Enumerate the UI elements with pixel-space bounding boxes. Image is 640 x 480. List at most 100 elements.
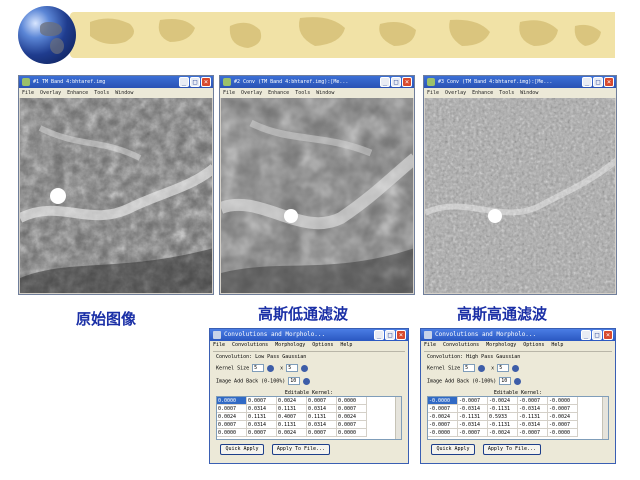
spinner-icon[interactable]	[514, 377, 522, 385]
kernel-cell[interactable]: 0.0024	[277, 429, 307, 437]
kernel-cell[interactable]: -0.0000	[548, 429, 578, 437]
menu-file[interactable]: File	[424, 341, 436, 350]
menu-file[interactable]: File	[213, 341, 225, 350]
kernel-cell[interactable]: 0.0007	[307, 397, 337, 405]
kernel-size-input[interactable]: 5	[252, 364, 265, 372]
menu-window[interactable]: Window	[520, 88, 538, 98]
add-back-input[interactable]: 10	[499, 377, 512, 385]
kernel-cell[interactable]: -0.0007	[428, 405, 458, 413]
kernel-size-input-2[interactable]: 5	[286, 364, 299, 372]
kernel-cell[interactable]: -0.0314	[518, 405, 548, 413]
satellite-image-original[interactable]	[20, 98, 212, 293]
kernel-cell[interactable]: 0.0000	[337, 429, 367, 437]
kernel-cell[interactable]: -0.0007	[458, 397, 488, 405]
kernel-cell[interactable]: 0.1131	[277, 405, 307, 413]
kernel-cell[interactable]: -0.0024	[488, 397, 518, 405]
spinner-icon[interactable]	[478, 364, 486, 372]
window-titlebar[interactable]: #2 Conv (TM Band 4:bhtaref.img):[Me... _…	[220, 76, 414, 88]
maximize-icon[interactable]: □	[385, 330, 395, 340]
convolution-dialog-highpass[interactable]: Convolutions and Morpholo... _ □ × File Co…	[420, 328, 616, 464]
kernel-cell[interactable]: -0.0024	[548, 413, 578, 421]
menu-file[interactable]: File	[427, 88, 439, 98]
kernel-cell[interactable]: 0.0024	[217, 413, 247, 421]
kernel-cell[interactable]: 0.1131	[277, 421, 307, 429]
kernel-table[interactable]: 0.0000 0.0007 0.0024 0.0007 0.0000 0.000…	[216, 396, 402, 440]
kernel-cell[interactable]: 0.0314	[247, 405, 277, 413]
kernel-cell[interactable]: -0.0007	[548, 405, 578, 413]
menu-file[interactable]: File	[22, 88, 34, 98]
kernel-cell[interactable]: -0.1131	[488, 405, 518, 413]
table-scrollbar[interactable]	[602, 397, 608, 439]
kernel-cell[interactable]: 0.4007	[277, 413, 307, 421]
menu-convolutions[interactable]: Convolutions	[443, 341, 479, 350]
kernel-cell[interactable]: 0.1131	[307, 413, 337, 421]
kernel-cell[interactable]: -0.0007	[428, 421, 458, 429]
kernel-cell[interactable]: 0.0314	[247, 421, 277, 429]
menu-tools[interactable]: Tools	[499, 88, 514, 98]
kernel-cell[interactable]: 0.0314	[307, 405, 337, 413]
kernel-cell[interactable]: -0.1131	[458, 413, 488, 421]
window-titlebar[interactable]: #3 Conv (TM Band 4:bhtaref.img):[Me... _…	[424, 76, 616, 88]
kernel-cell[interactable]: -0.0000	[428, 429, 458, 437]
table-scrollbar[interactable]	[395, 397, 401, 439]
menu-file[interactable]: File	[223, 88, 235, 98]
close-icon[interactable]: ×	[201, 77, 211, 87]
menu-convolutions[interactable]: Convolutions	[232, 341, 268, 350]
kernel-cell[interactable]: -0.0007	[518, 397, 548, 405]
close-icon[interactable]: ×	[396, 330, 406, 340]
satellite-image-lowpass[interactable]	[221, 98, 413, 293]
kernel-cell[interactable]: 0.0024	[337, 413, 367, 421]
image-window-lowpass[interactable]: #2 Conv (TM Band 4:bhtaref.img):[Me... _…	[219, 75, 415, 295]
maximize-icon[interactable]: □	[593, 77, 603, 87]
apply-to-file-button[interactable]: Apply To File...	[272, 444, 330, 455]
close-icon[interactable]: ×	[402, 77, 412, 87]
kernel-cell[interactable]: 0.0024	[277, 397, 307, 405]
menu-morphology[interactable]: Morphology	[275, 341, 305, 350]
quick-apply-button[interactable]: Quick Apply	[220, 444, 264, 455]
menu-overlay[interactable]: Overlay	[40, 88, 61, 98]
maximize-icon[interactable]: □	[592, 330, 602, 340]
maximize-icon[interactable]: □	[391, 77, 401, 87]
kernel-cell[interactable]: -0.0024	[488, 429, 518, 437]
kernel-cell[interactable]: 0.0007	[217, 405, 247, 413]
kernel-cell[interactable]: -0.0024	[428, 413, 458, 421]
kernel-cell[interactable]: 0.0007	[337, 405, 367, 413]
kernel-cell[interactable]: -0.0000	[428, 397, 458, 405]
maximize-icon[interactable]: □	[190, 77, 200, 87]
minimize-icon[interactable]: _	[581, 330, 591, 340]
spinner-icon[interactable]	[512, 364, 520, 372]
close-icon[interactable]: ×	[604, 77, 614, 87]
image-window-original[interactable]: #1 TM Band 4:bhtaref.img _ □ × File Overla…	[18, 75, 214, 295]
kernel-cell[interactable]: -0.0007	[548, 421, 578, 429]
kernel-cell[interactable]: 0.1131	[247, 413, 277, 421]
menu-options[interactable]: Options	[312, 341, 333, 350]
menu-overlay[interactable]: Overlay	[241, 88, 262, 98]
window-titlebar[interactable]: #1 TM Band 4:bhtaref.img _ □ ×	[19, 76, 213, 88]
kernel-cell[interactable]: -0.0314	[458, 405, 488, 413]
menu-overlay[interactable]: Overlay	[445, 88, 466, 98]
kernel-cell[interactable]: -0.0007	[518, 429, 548, 437]
menu-morphology[interactable]: Morphology	[486, 341, 516, 350]
kernel-cell[interactable]: 0.0000	[217, 429, 247, 437]
kernel-cell[interactable]: -0.0007	[458, 429, 488, 437]
kernel-cell[interactable]: 0.0007	[217, 421, 247, 429]
menu-enhance[interactable]: Enhance	[67, 88, 88, 98]
kernel-cell[interactable]: 0.0007	[307, 429, 337, 437]
kernel-cell[interactable]: 0.0000	[217, 397, 247, 405]
dialog-titlebar[interactable]: Convolutions and Morpholo... _ □ ×	[421, 329, 615, 341]
spinner-icon[interactable]	[267, 364, 275, 372]
kernel-size-input[interactable]: 5	[463, 364, 476, 372]
kernel-cell[interactable]: 0.0314	[307, 421, 337, 429]
satellite-image-highpass[interactable]	[425, 98, 615, 293]
minimize-icon[interactable]: _	[380, 77, 390, 87]
minimize-icon[interactable]: _	[179, 77, 189, 87]
kernel-size-input-2[interactable]: 5	[497, 364, 510, 372]
kernel-cell[interactable]: 0.5933	[488, 413, 518, 421]
close-icon[interactable]: ×	[603, 330, 613, 340]
menu-options[interactable]: Options	[523, 341, 544, 350]
kernel-cell[interactable]: -0.0000	[548, 397, 578, 405]
dialog-titlebar[interactable]: Convolutions and Morpholo... _ □ ×	[210, 329, 408, 341]
quick-apply-button[interactable]: Quick Apply	[431, 444, 475, 455]
menu-tools[interactable]: Tools	[94, 88, 109, 98]
minimize-icon[interactable]: _	[374, 330, 384, 340]
